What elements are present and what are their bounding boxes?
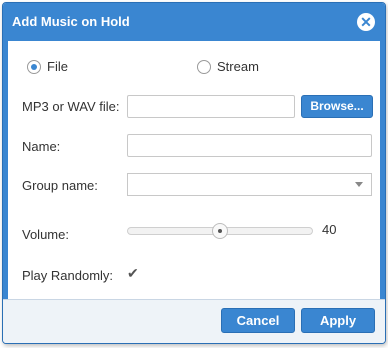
chevron-down-icon: [355, 182, 363, 187]
file-label: MP3 or WAV file:: [22, 99, 120, 114]
volume-slider[interactable]: [127, 223, 313, 239]
checkmark-icon: ✔: [127, 265, 139, 281]
radio-stream[interactable]: Stream: [197, 59, 259, 74]
dialog-content: [3, 41, 385, 299]
dialog-footer: Cancel Apply: [3, 299, 385, 343]
radio-file-button[interactable]: [27, 59, 41, 74]
name-label: Name:: [22, 139, 61, 154]
group-name-label: Group name:: [22, 178, 98, 193]
volume-slider-handle[interactable]: [212, 223, 228, 239]
dialog-titlebar: Add Music on Hold ✕: [3, 3, 385, 41]
radio-stream-label: Stream: [217, 59, 259, 74]
radio-file[interactable]: File: [27, 59, 68, 74]
close-icon[interactable]: ✕: [357, 13, 375, 31]
group-name-select[interactable]: [127, 173, 372, 196]
radio-stream-button[interactable]: [197, 59, 211, 74]
volume-label: Volume:: [22, 227, 69, 242]
add-music-on-hold-dialog: Add Music on Hold ✕ File Stream MP3 or W…: [2, 2, 386, 344]
cancel-button[interactable]: Cancel: [221, 308, 295, 333]
name-input[interactable]: [127, 134, 372, 157]
volume-value: 40: [322, 222, 337, 237]
radio-file-label: File: [47, 59, 68, 74]
file-input[interactable]: [127, 95, 295, 118]
browse-button[interactable]: Browse...: [301, 95, 373, 118]
dialog-title: Add Music on Hold: [12, 14, 130, 29]
apply-button[interactable]: Apply: [301, 308, 375, 333]
play-randomly-checkbox[interactable]: ✔: [127, 266, 141, 280]
play-randomly-label: Play Randomly:: [22, 268, 114, 283]
